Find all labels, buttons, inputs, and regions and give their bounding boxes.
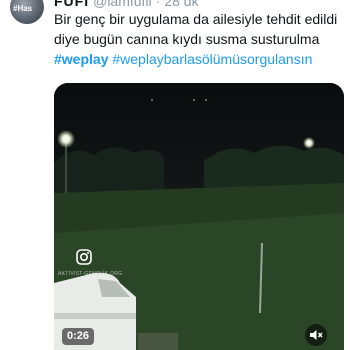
tweet-text: Bir genç bir uygulama da ailesiyle tehdi…	[54, 9, 344, 69]
tweet[interactable]: #Has FUFI @lamfufii · 28 dk Bir genç bir uy…	[0, 0, 350, 350]
user-handle[interactable]: @lamfufii	[93, 0, 152, 9]
mute-button[interactable]	[305, 324, 327, 346]
video-player[interactable]: AKTIVIST-GENÇLİK.ORG 0:26	[54, 83, 344, 350]
video-watermark: AKTIVIST-GENÇLİK.ORG	[58, 271, 123, 277]
display-name[interactable]: FUFI	[54, 0, 89, 9]
hashtag-row: #weplay #weplaybarlasölümüsorgulansın	[54, 49, 344, 69]
video-frame	[54, 83, 344, 350]
avatar-text: #Has	[13, 4, 33, 13]
tweet-text-line: diye bugün canına kıydı susma susturulma	[54, 31, 320, 47]
avatar[interactable]: #Has	[10, 0, 44, 24]
volume-muted-icon	[310, 330, 323, 340]
instagram-icon	[76, 249, 92, 265]
tweet-text-line: Bir genç bir uygulama da ailesiyle tehdi…	[54, 11, 338, 27]
tweet-header: FUFI @lamfufii · 28 dk	[54, 0, 199, 9]
tweet-time[interactable]: 28 dk	[164, 0, 198, 9]
hashtag-link[interactable]: #weplay	[54, 51, 108, 67]
video-timestamp: 0:26	[62, 328, 95, 345]
hashtag-link[interactable]: #weplaybarlasölümüsorgulansın	[112, 51, 312, 67]
separator-dot: ·	[155, 0, 161, 9]
